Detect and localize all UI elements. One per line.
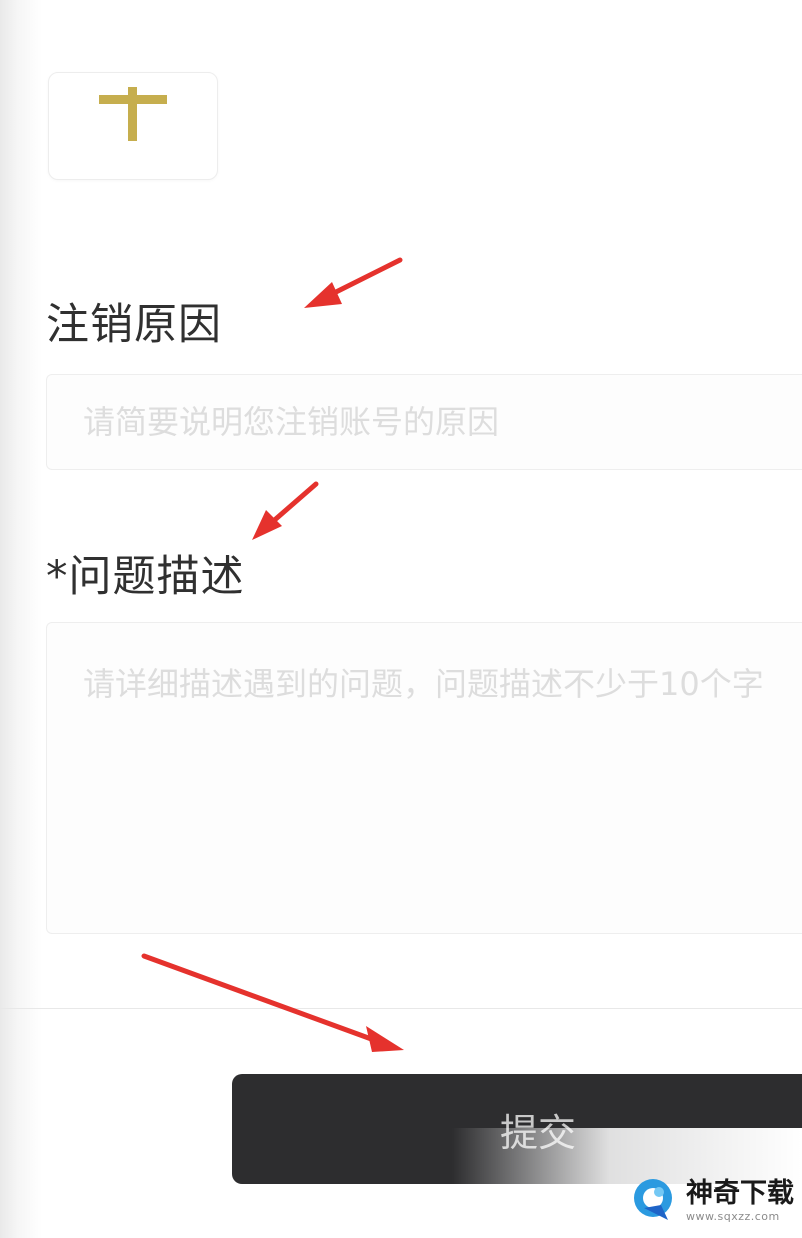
account-deletion-form-page: 注销原因 *问题描述 提交 神奇下载 www.sqxzz.com bbox=[0, 0, 802, 1238]
red-arrow-icon bbox=[252, 481, 319, 540]
sqxzz-logo bbox=[634, 1179, 672, 1220]
problem-description-label: *问题描述 bbox=[46, 552, 245, 602]
divider bbox=[0, 1008, 802, 1009]
cancellation-reason-input[interactable] bbox=[46, 374, 802, 470]
watermark: 神奇下载 www.sqxzz.com bbox=[630, 1170, 802, 1230]
annotation-arrows bbox=[141, 257, 404, 1052]
red-arrow-icon bbox=[304, 257, 403, 308]
watermark-title: 神奇下载 bbox=[686, 1178, 794, 1209]
problem-description-textarea[interactable] bbox=[46, 622, 802, 934]
plus-icon bbox=[99, 87, 167, 141]
watermark-url: www.sqxzz.com bbox=[686, 1210, 780, 1223]
cancellation-reason-label: 注销原因 bbox=[46, 300, 222, 350]
image-upload-button[interactable] bbox=[48, 72, 218, 180]
red-arrow-icon bbox=[141, 953, 404, 1052]
